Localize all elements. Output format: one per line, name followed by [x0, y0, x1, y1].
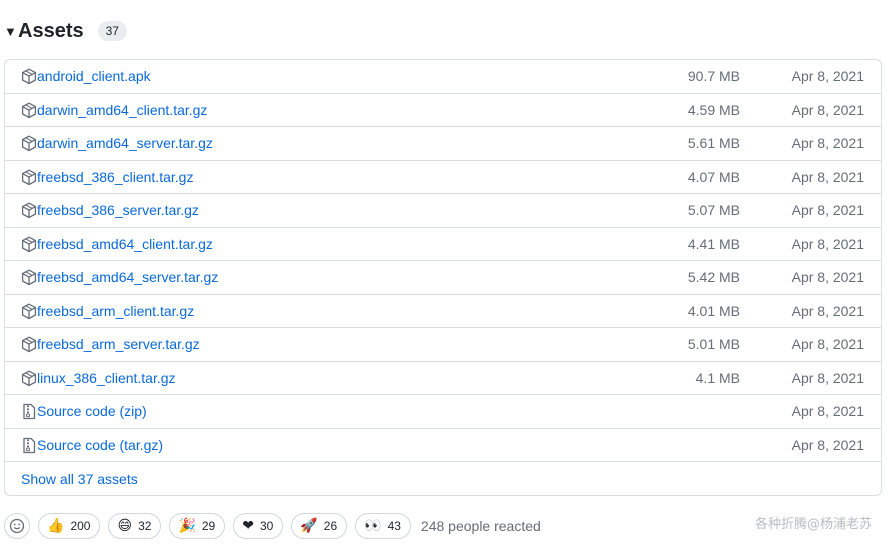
reacted-summary: 248 people reacted — [420, 518, 541, 534]
asset-size: 4.59 MB — [687, 101, 740, 118]
source-code-row: Source code (tar.gz) Apr 8, 2021 — [5, 429, 881, 462]
asset-link[interactable]: darwin_amd64_server.tar.gz — [37, 135, 213, 151]
asset-link[interactable]: freebsd_386_server.tar.gz — [37, 202, 199, 218]
reaction-button[interactable]: 😄 32 — [108, 513, 162, 539]
asset-row: darwin_amd64_client.tar.gz 4.59 MB Apr 8, … — [5, 94, 881, 127]
asset-row: freebsd_arm_server.tar.gz 5.01 MB Apr 8, 2… — [5, 328, 881, 362]
source-code-label: Source code — [37, 403, 116, 420]
asset-row: freebsd_386_client.tar.gz 4.07 MB Apr 8, 2… — [5, 161, 881, 194]
source-code-row: Source code (zip) Apr 8, 2021 — [5, 395, 881, 429]
asset-size: 5.07 MB — [687, 202, 740, 219]
asset-date: Apr 8, 2021 — [791, 269, 864, 286]
package-icon — [21, 236, 37, 253]
asset-link[interactable]: android_client.apk — [37, 68, 151, 84]
reactions-bar: 👍 200 😄 32 🎉 29 ❤ 30 🚀 26 👀 43 248 people reacted — [4, 513, 541, 539]
asset-size: 4.07 MB — [687, 168, 740, 185]
hooray-icon: 🎉 — [178, 518, 196, 534]
package-icon — [21, 169, 37, 186]
asset-link[interactable]: freebsd_arm_client.tar.gz — [37, 303, 194, 319]
reaction-count: 43 — [387, 519, 401, 533]
asset-size: 90.7 MB — [687, 68, 740, 85]
asset-row: freebsd_amd64_client.tar.gz 4.41 MB Apr 8,… — [5, 228, 881, 261]
assets-title: Assets — [18, 19, 84, 42]
reaction-count: 30 — [259, 519, 274, 533]
asset-date: Apr 8, 2021 — [791, 336, 864, 353]
asset-date: Apr 8, 2021 — [791, 135, 864, 152]
package-icon — [21, 370, 37, 387]
asset-row: freebsd_arm_client.tar.gz 4.01 MB Apr 8, 2… — [5, 295, 881, 328]
asset-date: Apr 8, 2021 — [791, 235, 864, 252]
eyes-icon: 👀 — [364, 518, 382, 534]
show-all-row: Show all 37 assets — [5, 462, 881, 495]
reaction-count: 200 — [70, 519, 91, 533]
reaction-button[interactable]: 👍 200 — [38, 513, 101, 539]
asset-row: darwin_amd64_server.tar.gz 5.61 MB Apr 8, … — [5, 127, 881, 161]
add-reaction-button[interactable] — [4, 513, 30, 539]
source-code-format: (tar.gz) — [119, 436, 164, 453]
asset-link[interactable]: freebsd_386_client.tar.gz — [37, 169, 193, 185]
file-zip-icon — [21, 437, 37, 454]
smiley-icon — [9, 518, 25, 534]
package-icon — [21, 202, 37, 219]
asset-row: android_client.apk 90.7 MB Apr 8, 2021 — [5, 60, 881, 94]
reaction-count: 32 — [138, 519, 152, 533]
asset-date: Apr 8, 2021 — [791, 302, 864, 319]
asset-date: Apr 8, 2021 — [791, 101, 864, 118]
caret-down-icon[interactable]: ▼ — [4, 24, 17, 39]
reaction-button[interactable]: 👀 43 — [355, 513, 411, 539]
thumbs-up-icon: 👍 — [47, 518, 65, 534]
asset-date: Apr 8, 2021 — [791, 369, 864, 386]
asset-link[interactable]: freebsd_arm_server.tar.gz — [37, 336, 200, 352]
asset-link[interactable]: freebsd_amd64_client.tar.gz — [37, 236, 213, 252]
assets-list: android_client.apk 90.7 MB Apr 8, 2021 darw… — [4, 59, 882, 496]
source-code-label: Source code — [37, 436, 116, 453]
watermark: 各种折腾@杨浦老苏 — [754, 517, 872, 532]
assets-count-badge: 37 — [97, 21, 127, 41]
asset-link[interactable]: linux_386_client.tar.gz — [37, 370, 176, 386]
file-zip-icon — [21, 403, 37, 420]
asset-size: 5.01 MB — [687, 336, 740, 353]
reaction-count: 29 — [201, 519, 216, 533]
asset-date: Apr 8, 2021 — [791, 68, 864, 85]
package-icon — [21, 269, 37, 286]
asset-row: freebsd_amd64_server.tar.gz 5.42 MB Apr 8,… — [5, 261, 881, 295]
asset-size: 4.01 MB — [687, 302, 740, 319]
reaction-button[interactable]: 🎉 29 — [169, 513, 226, 539]
asset-row: freebsd_386_server.tar.gz 5.07 MB Apr 8, 2… — [5, 194, 881, 228]
package-icon — [21, 135, 37, 152]
package-icon — [21, 102, 37, 119]
asset-size: 5.61 MB — [687, 135, 740, 152]
source-code-link[interactable]: Source code (tar.gz) — [37, 437, 163, 453]
package-icon — [21, 303, 37, 320]
package-icon — [21, 336, 37, 353]
source-code-link[interactable]: Source code (zip) — [37, 403, 147, 419]
heart-icon: ❤ — [242, 518, 254, 534]
asset-date: Apr 8, 2021 — [791, 168, 864, 185]
asset-size: 5.42 MB — [687, 269, 740, 286]
asset-date: Apr 8, 2021 — [791, 436, 864, 453]
reaction-button[interactable]: 🚀 26 — [291, 513, 348, 539]
asset-date: Apr 8, 2021 — [791, 202, 864, 219]
rocket-icon: 🚀 — [300, 518, 318, 534]
laugh-icon: 😄 — [117, 518, 133, 534]
show-all-assets-link[interactable]: Show all 37 assets — [21, 471, 138, 487]
asset-link[interactable]: freebsd_amd64_server.tar.gz — [37, 269, 218, 285]
reaction-count: 26 — [323, 519, 338, 533]
reaction-button[interactable]: ❤ 30 — [233, 513, 284, 539]
asset-row: linux_386_client.tar.gz 4.1 MB Apr 8, 2021 — [5, 362, 881, 395]
asset-date: Apr 8, 2021 — [791, 403, 864, 420]
asset-size: 4.1 MB — [695, 369, 740, 386]
asset-size: 4.41 MB — [687, 235, 740, 252]
source-code-format: (zip) — [119, 403, 147, 420]
package-icon — [21, 68, 37, 85]
asset-link[interactable]: darwin_amd64_client.tar.gz — [37, 102, 207, 118]
assets-header[interactable]: ▼ Assets 37 — [4, 17, 127, 45]
